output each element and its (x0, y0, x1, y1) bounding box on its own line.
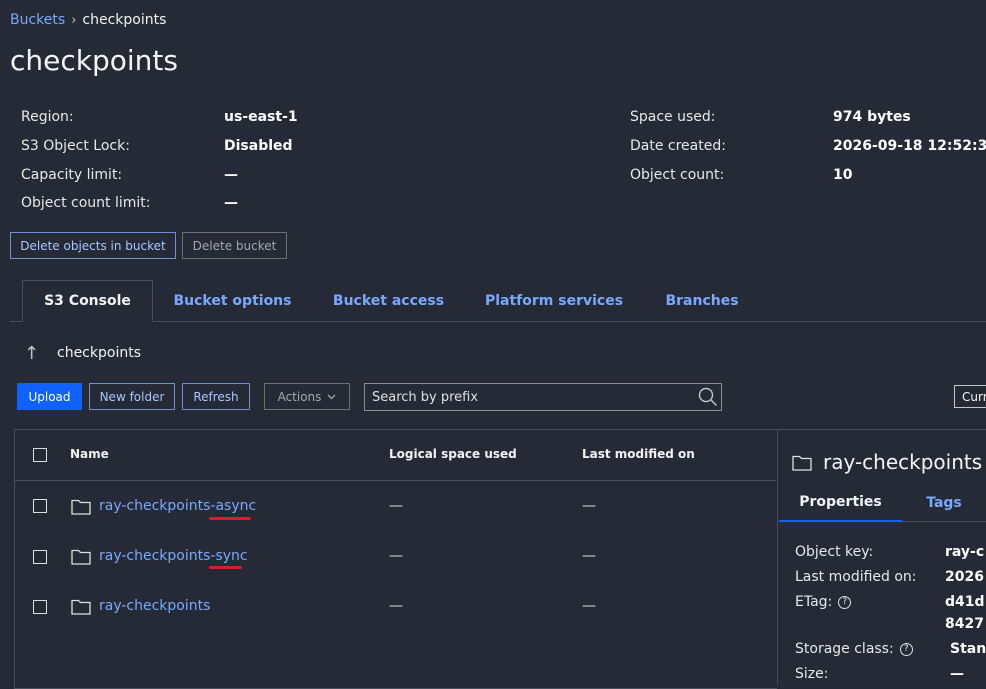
breadcrumb: Buckets › checkpoints (10, 12, 166, 28)
help-icon[interactable]: ? (838, 595, 852, 609)
etag-label: ETag:? (795, 594, 852, 610)
folder-icon (71, 499, 91, 515)
size-label: Size: (795, 666, 829, 682)
help-icon[interactable]: ? (899, 642, 913, 656)
object-count-label: Object count: (630, 167, 725, 183)
panel-tab-tags[interactable]: Tags (902, 484, 986, 522)
date-created-label: Date created: (630, 138, 726, 154)
actions-label: Actions (277, 389, 322, 404)
chevron-down-icon (327, 394, 336, 399)
highlight-underline (209, 517, 251, 520)
tab-branches[interactable]: Branches (650, 280, 754, 322)
region-value: us-east-1 (224, 109, 298, 125)
storage-class-value: Stan (950, 641, 986, 657)
last-modified-value: 2026 (945, 569, 984, 585)
object-lock-value: Disabled (224, 138, 293, 154)
new-folder-button[interactable]: New folder (89, 383, 175, 410)
chevron-right-icon: › (71, 12, 77, 28)
region-label: Region: (21, 109, 74, 125)
panel-tab-properties[interactable]: Properties (779, 484, 902, 522)
object-count-limit-label: Object count limit: (21, 195, 151, 211)
upload-button[interactable]: Upload (17, 383, 82, 410)
cell-space: — (389, 498, 403, 514)
cell-modified: — (582, 548, 596, 564)
folder-icon (71, 549, 91, 565)
folder-link[interactable]: ray-checkpoints-sync (99, 548, 248, 564)
last-modified-label: Last modified on: (795, 569, 917, 585)
page-title: checkpoints (10, 44, 178, 77)
capacity-limit-label: Capacity limit: (21, 167, 123, 183)
tab-bucket-access[interactable]: Bucket access (318, 280, 459, 322)
arrow-up-icon[interactable]: ↑ (24, 343, 39, 364)
cell-modified: — (582, 498, 596, 514)
row-checkbox[interactable] (33, 600, 47, 614)
tab-bucket-options[interactable]: Bucket options (160, 280, 305, 322)
tab-platform-services[interactable]: Platform services (473, 280, 635, 322)
space-used-label: Space used: (630, 109, 716, 125)
storage-class-label: Storage class:? (795, 641, 913, 657)
etag-value: d41d (945, 594, 985, 610)
highlight-underline (209, 566, 242, 569)
column-header-modified[interactable]: Last modified on (582, 447, 695, 461)
cell-modified: — (582, 598, 596, 614)
folder-icon (792, 455, 812, 471)
panel-title: ray-checkpoints (823, 450, 983, 474)
folder-link[interactable]: ray-checkpoints-async (99, 498, 256, 514)
panel-divider (777, 429, 778, 685)
date-created-value: 2026-09-18 12:52:3 (833, 138, 986, 154)
etag-value-continued: 8427 (945, 616, 984, 632)
search-icon[interactable] (698, 387, 718, 407)
actions-dropdown[interactable]: Actions (264, 383, 350, 410)
tab-s3-console[interactable]: S3 Console (22, 280, 153, 322)
size-value: — (950, 666, 964, 682)
current-path: checkpoints (57, 345, 141, 361)
current-version-button[interactable]: Curr (954, 385, 986, 408)
search-input[interactable] (365, 388, 698, 406)
capacity-limit-value: — (224, 167, 238, 183)
cell-space: — (389, 598, 403, 614)
object-lock-label: S3 Object Lock: (21, 138, 130, 154)
column-header-space[interactable]: Logical space used (389, 447, 517, 461)
folder-link[interactable]: ray-checkpoints (99, 598, 210, 614)
delete-bucket-button[interactable]: Delete bucket (182, 232, 287, 259)
panel-top-border (777, 429, 986, 430)
object-key-value: ray-c (945, 544, 985, 560)
space-used-value: 974 bytes (833, 109, 911, 125)
object-count-limit-value: — (224, 195, 238, 211)
row-checkbox[interactable] (33, 499, 47, 513)
delete-objects-button[interactable]: Delete objects in bucket (10, 232, 176, 259)
folder-icon (71, 599, 91, 615)
column-header-name[interactable]: Name (70, 447, 109, 461)
breadcrumb-current: checkpoints (82, 12, 167, 28)
object-count-value: 10 (833, 167, 853, 183)
row-checkbox[interactable] (33, 550, 47, 564)
cell-space: — (389, 548, 403, 564)
breadcrumb-buckets-link[interactable]: Buckets (10, 12, 65, 28)
table-header-divider (15, 480, 776, 481)
search-box (364, 383, 722, 411)
select-all-checkbox[interactable] (33, 448, 47, 462)
object-key-label: Object key: (795, 544, 874, 560)
refresh-button[interactable]: Refresh (182, 383, 250, 410)
